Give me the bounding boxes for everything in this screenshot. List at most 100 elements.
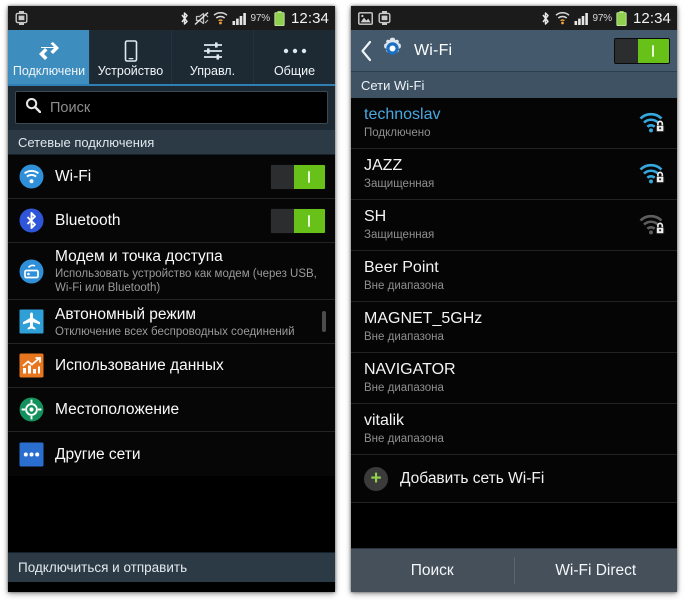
network-row-vitalik[interactable]: vitalik Вне диапазона bbox=[351, 404, 677, 455]
list-item-tethering[interactable]: Модем и точка доступа Использовать устро… bbox=[8, 243, 335, 300]
network-text: NAVIGATOR Вне диапазона bbox=[364, 360, 665, 396]
wifi-strong-secured-icon bbox=[637, 163, 665, 185]
list-item-airplane-title: Автономный режим bbox=[55, 305, 197, 323]
vibrate-mute-icon bbox=[194, 11, 209, 26]
scan-button[interactable]: Поиск bbox=[351, 549, 514, 592]
list-item-wifi-text: Wi-Fi bbox=[55, 163, 262, 190]
network-row-technoslav[interactable]: technoslav Подключено bbox=[351, 98, 677, 149]
list-item-airplane-text: Автономный режим Отключение всех беспров… bbox=[55, 301, 314, 343]
list-item-wifi-title: Wi-Fi bbox=[55, 168, 92, 185]
right-phone-screen: 97% 12:34 Wi-Fi Сети Wi-Fi technoslav По… bbox=[351, 6, 677, 592]
network-status: Вне диапазона bbox=[364, 382, 444, 394]
network-row-magnet-5ghz[interactable]: MAGNET_5GHz Вне диапазона bbox=[351, 302, 677, 353]
list-item-location[interactable]: Местоположение bbox=[8, 388, 335, 432]
tab-general[interactable]: Общие bbox=[254, 30, 335, 84]
section-header-network-connections: Сетевые подключения bbox=[8, 130, 335, 155]
cell-signal-icon bbox=[232, 12, 247, 25]
search-area: Поиск bbox=[8, 86, 335, 130]
footer-connect-and-share[interactable]: Подключиться и отправить bbox=[8, 552, 335, 582]
list-item-location-title: Местоположение bbox=[55, 401, 180, 418]
wifi-round-icon bbox=[18, 164, 44, 190]
battery-percent-label: 97% bbox=[592, 12, 613, 24]
location-icon bbox=[18, 397, 44, 423]
list-item-bluetooth-title: Bluetooth bbox=[55, 212, 121, 229]
network-status: Вне диапазона bbox=[364, 433, 444, 445]
bluetooth-icon bbox=[179, 11, 190, 26]
sliders-icon bbox=[202, 40, 224, 62]
wifi-app-bar: Wi-Fi bbox=[351, 30, 677, 72]
left-status-notification-icons bbox=[15, 11, 28, 25]
list-item-bluetooth-text: Bluetooth bbox=[55, 207, 262, 234]
data-usage-icon bbox=[18, 353, 44, 379]
more-networks-icon bbox=[18, 441, 44, 467]
network-name: JAZZ bbox=[364, 157, 403, 174]
network-name: MAGNET_5GHz bbox=[364, 310, 483, 327]
bluetooth-toggle[interactable] bbox=[270, 207, 326, 234]
list-item-location-text: Местоположение bbox=[55, 396, 326, 423]
wifi-weak-secured-icon bbox=[637, 214, 665, 236]
network-row-navigator[interactable]: NAVIGATOR Вне диапазона bbox=[351, 353, 677, 404]
network-name: SH bbox=[364, 208, 387, 225]
settings-gear-icon bbox=[380, 36, 405, 66]
network-name: technoslav bbox=[364, 106, 441, 123]
network-text: MAGNET_5GHz Вне диапазона bbox=[364, 309, 665, 345]
network-status: Защищенная bbox=[364, 229, 435, 241]
left-status-system-icons: 97% 12:34 bbox=[179, 10, 329, 27]
airplane-icon bbox=[18, 309, 44, 335]
list-item-bluetooth[interactable]: Bluetooth bbox=[8, 199, 335, 243]
tab-device[interactable]: Устройство bbox=[90, 30, 172, 84]
smartwatch-icon bbox=[15, 11, 28, 25]
tethering-icon bbox=[18, 258, 44, 284]
tab-controls[interactable]: Управл. bbox=[172, 30, 254, 84]
footer-spacer bbox=[8, 582, 335, 592]
phone-device-icon bbox=[123, 39, 139, 62]
add-wifi-network-button[interactable]: + Добавить сеть Wi-Fi bbox=[351, 455, 677, 503]
list-item-tethering-text: Модем и точка доступа Использовать устро… bbox=[55, 243, 326, 299]
connections-arrows-icon bbox=[37, 40, 61, 62]
right-status-bar: 97% 12:34 bbox=[351, 6, 677, 30]
battery-icon bbox=[274, 10, 285, 26]
wifi-direct-button[interactable]: Wi-Fi Direct bbox=[515, 549, 678, 592]
search-input[interactable]: Поиск bbox=[15, 91, 328, 124]
search-icon bbox=[25, 97, 42, 118]
bluetooth-round-icon bbox=[18, 208, 44, 234]
add-wifi-network-label: Добавить сеть Wi-Fi bbox=[400, 469, 545, 487]
list-item-other-networks-title: Другие сети bbox=[55, 445, 141, 463]
image-icon bbox=[358, 11, 373, 25]
network-status: Подключено bbox=[364, 127, 431, 139]
wifi-icon bbox=[213, 11, 228, 25]
tab-device-label: Устройство bbox=[97, 63, 164, 78]
network-status: Вне диапазона bbox=[364, 280, 444, 292]
left-phone-frame: 97% 12:34 Подключени Устройство Управл. … bbox=[0, 0, 343, 600]
left-status-bar: 97% 12:34 bbox=[8, 6, 335, 30]
network-row-jazz[interactable]: JAZZ Защищенная bbox=[351, 149, 677, 200]
network-row-beer-point[interactable]: Beer Point Вне диапазона bbox=[351, 251, 677, 302]
settings-list: Wi-Fi Bluetooth Модем и точка доступа Ис… bbox=[8, 155, 335, 552]
airplane-mode-checkbox[interactable] bbox=[322, 310, 326, 332]
wifi-toggle[interactable] bbox=[270, 163, 326, 190]
network-status: Защищенная bbox=[364, 178, 435, 190]
network-name: Beer Point bbox=[364, 259, 439, 276]
smartwatch-icon bbox=[378, 11, 391, 25]
network-text: JAZZ Защищенная bbox=[364, 156, 637, 192]
network-row-sh[interactable]: SH Защищенная bbox=[351, 200, 677, 251]
status-clock: 12:34 bbox=[290, 9, 329, 27]
search-placeholder: Поиск bbox=[50, 99, 91, 116]
status-clock: 12:34 bbox=[632, 9, 671, 27]
list-item-data-usage-text: Использование данных bbox=[55, 352, 326, 379]
wifi-master-toggle[interactable] bbox=[614, 37, 670, 64]
tab-controls-label: Управл. bbox=[189, 63, 236, 78]
settings-tab-bar: Подключени Устройство Управл. Общие bbox=[8, 30, 335, 86]
back-chevron-icon[interactable] bbox=[358, 40, 374, 62]
network-text: Beer Point Вне диапазона bbox=[364, 258, 665, 294]
list-item-airplane-mode[interactable]: Автономный режим Отключение всех беспров… bbox=[8, 300, 335, 344]
list-item-other-networks[interactable]: Другие сети bbox=[8, 432, 335, 476]
more-dots-icon bbox=[282, 40, 308, 62]
list-item-data-usage[interactable]: Использование данных bbox=[8, 344, 335, 388]
cell-signal-icon bbox=[574, 12, 589, 25]
tab-connections[interactable]: Подключени bbox=[8, 30, 90, 84]
wifi-bottom-bar: Поиск Wi-Fi Direct bbox=[351, 548, 677, 592]
network-name: vitalik bbox=[364, 412, 405, 429]
battery-percent-label: 97% bbox=[250, 12, 271, 24]
list-item-wifi[interactable]: Wi-Fi bbox=[8, 155, 335, 199]
